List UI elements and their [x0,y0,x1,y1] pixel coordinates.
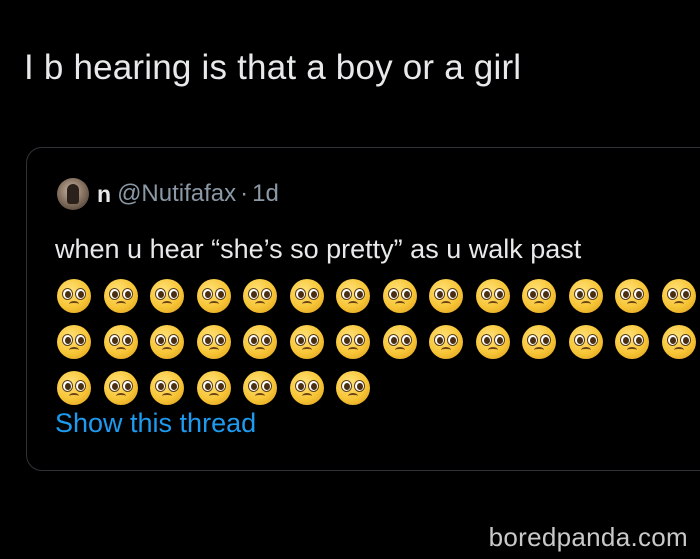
pleading-face-emoji [243,279,277,313]
pleading-face-emoji [475,325,510,359]
pleading-face-emoji [522,279,556,313]
avatar[interactable] [57,178,89,210]
pleading-face-emoji [150,279,184,313]
pleading-face-emoji [429,279,463,313]
pleading-face-emoji [57,325,91,359]
show-thread-link[interactable]: Show this thread [55,408,256,439]
emoji-row [57,319,700,365]
pleading-face-emoji [103,279,138,313]
pleading-face-emoji [475,279,510,313]
pleading-face-emoji [289,279,324,313]
pleading-face-emoji [568,325,603,359]
display-name[interactable]: n [97,181,111,208]
pleading-face-emoji [615,279,649,313]
pleading-face-emoji [382,279,417,313]
pleading-face-emoji [336,325,370,359]
tweet-text: I b hearing is that a boy or a girl [24,48,522,87]
quoted-tweet-header: n @Nutifafax · 1d [57,178,279,210]
pleading-face-emoji [196,325,231,359]
pleading-face-emoji [150,325,184,359]
emoji-row [57,273,700,319]
quoted-tweet-text: when u hear “she’s so pretty” as u walk … [55,234,582,264]
quoted-tweet-card[interactable]: n @Nutifafax · 1d when u hear “she’s so … [26,147,700,471]
pleading-face-emoji [661,279,696,313]
emoji-row [57,365,700,411]
watermark: boredpanda.com [488,522,688,552]
pleading-face-emoji [382,325,417,359]
pleading-face-emoji [196,371,231,405]
pleading-face-emoji [57,279,91,313]
pleading-face-emoji [336,279,370,313]
pleading-face-emoji [103,371,138,405]
pleading-face-emoji [615,325,649,359]
pleading-face-emoji [289,371,324,405]
pleading-face-emoji [522,325,556,359]
pleading-face-emoji [196,279,231,313]
page: I b hearing is that a boy or a girl n @N… [0,0,700,559]
pleading-face-emoji [243,325,277,359]
pleading-face-emoji [661,325,696,359]
user-handle[interactable]: @Nutifafax [117,180,236,208]
pleading-face-emoji [243,371,277,405]
pleading-face-emoji [103,325,138,359]
pleading-face-emoji [289,325,324,359]
timestamp[interactable]: 1d [252,180,279,208]
emoji-block [57,273,700,411]
pleading-face-emoji [429,325,463,359]
pleading-face-emoji [336,371,370,405]
pleading-face-emoji [57,371,91,405]
pleading-face-emoji [568,279,603,313]
separator-dot: · [240,180,249,207]
pleading-face-emoji [150,371,184,405]
